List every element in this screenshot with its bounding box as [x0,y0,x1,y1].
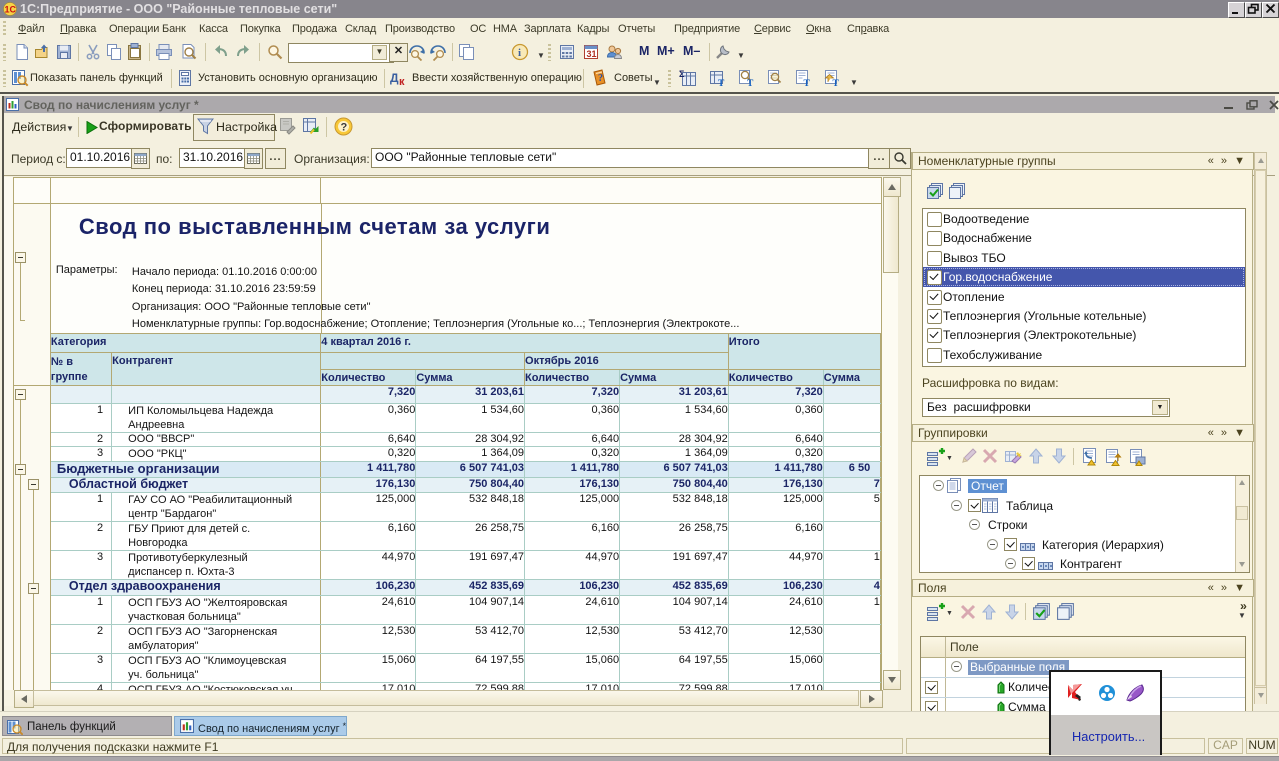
svg-text:?: ? [341,122,348,134]
svg-text:Д: Д [390,71,399,85]
svg-text:T: T [718,79,725,87]
svg-text:T: T [747,79,754,87]
svg-text:1С: 1С [5,5,17,15]
svg-text:T: T [804,79,811,87]
svg-text:к: к [399,76,405,87]
svg-text:i: i [518,47,521,59]
svg-text:Σ: Σ [679,69,685,79]
svg-text:T: T [833,79,840,87]
svg-text:31: 31 [587,49,597,59]
svg-text:?: ? [598,73,603,84]
